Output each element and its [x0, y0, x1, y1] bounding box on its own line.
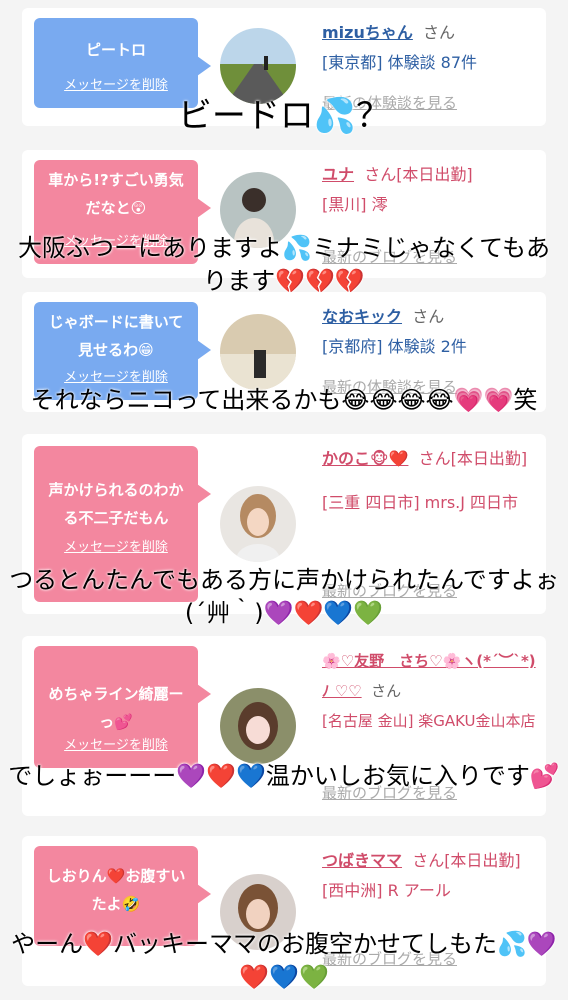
user-info: ユナ さん[本日出勤] [黒川] 澪 — [322, 160, 536, 220]
overlay-caption: でしょぉーーー💜❤️💙温かいしお気に入りです💕 — [8, 762, 560, 790]
message-text: じゃボードに書いて見せるわ😁 — [48, 313, 184, 359]
user-name-link[interactable]: かのこ🐵❤️ — [322, 449, 408, 468]
message-bubble[interactable]: ピートロ メッセージを削除 — [34, 18, 211, 108]
flowers-photo-image — [220, 314, 296, 390]
overlay-caption: ビードロ💦？ — [177, 96, 391, 136]
overlay-caption: つるとんたんでもある方に声かけられたんですよぉ(´艸｀)💜❤️💙💚 — [9, 566, 559, 627]
message-text: めちゃライン綺麗ーっ💕 — [48, 685, 184, 731]
message-text: 車から!?すごい勇気だなと😲 — [48, 171, 184, 217]
user-detail: [名古屋 金山] 楽GAKU金山本店 — [322, 712, 536, 730]
user-info: かのこ🐵❤️ さん[本日出勤] [三重 四日市] mrs.J 四日市 — [322, 444, 536, 518]
message-text: ピートロ — [85, 41, 146, 59]
honorific: さん — [371, 682, 402, 700]
honorific: さん — [423, 23, 456, 42]
overlay-caption: 大阪ふつーにありますよ💦ミナミじゃなくてもあります💔💔💔 — [18, 234, 550, 295]
message-bubble[interactable]: めちゃライン綺麗ーっ💕 メッセージを削除 — [34, 646, 211, 768]
delete-message-link[interactable]: メッセージを削除 — [34, 732, 198, 760]
overlay-caption: やーん❤️バッキーママのお腹空かせてしもた💦💜❤️💙💚 — [11, 930, 557, 991]
avatar[interactable] — [220, 688, 296, 764]
overlay-caption: それならニコって出来るかも😂😂😂😂💗💗笑 — [30, 386, 538, 414]
user-name-link[interactable]: mizuちゃん — [322, 23, 413, 42]
user-detail: [西中洲] R アール — [322, 881, 451, 900]
user-name-link[interactable]: 🌸♡友野 さち♡🌸ヽ(*´︶`*)ﾉ ♡♡ — [322, 652, 536, 700]
person-photo-image — [220, 486, 296, 562]
user-info: 🌸♡友野 さち♡🌸ヽ(*´︶`*)ﾉ ♡♡ さん [名古屋 金山] 楽GAKU金… — [322, 646, 536, 736]
message-text: 声かけられるのわかる不二子だもん — [48, 481, 184, 527]
user-info: mizuちゃん さん [東京都] 体験談 87件 — [322, 18, 536, 78]
user-name-link[interactable]: ユナ — [322, 165, 354, 184]
user-detail: [三重 四日市] mrs.J 四日市 — [322, 493, 519, 512]
user-info: つばきママ さん[本日出勤] [西中洲] R アール — [322, 846, 536, 906]
user-detail: [京都府] 体験談 2件 — [322, 337, 467, 356]
delete-message-link[interactable]: メッセージを削除 — [34, 534, 198, 562]
user-name-link[interactable]: なおキック — [322, 307, 402, 326]
honorific: さん — [412, 307, 445, 326]
user-detail: [黒川] 澪 — [322, 195, 388, 214]
user-detail: [東京都] 体験談 87件 — [322, 53, 478, 72]
honorific: さん[本日出勤] — [418, 449, 528, 468]
avatar[interactable] — [220, 314, 296, 390]
road-photo-image — [220, 28, 296, 104]
person-photo-image — [220, 688, 296, 764]
avatar[interactable] — [220, 28, 296, 104]
avatar[interactable] — [220, 486, 296, 562]
honorific: さん[本日出勤] — [364, 165, 473, 184]
user-name-link[interactable]: つばきママ — [322, 851, 402, 870]
user-info: なおキック さん [京都府] 体験談 2件 — [322, 302, 536, 362]
delete-message-link[interactable]: メッセージを削除 — [34, 72, 198, 100]
message-text: しおりん❤️お腹すいたよ🤣 — [46, 867, 186, 913]
honorific: さん[本日出勤] — [412, 851, 521, 870]
